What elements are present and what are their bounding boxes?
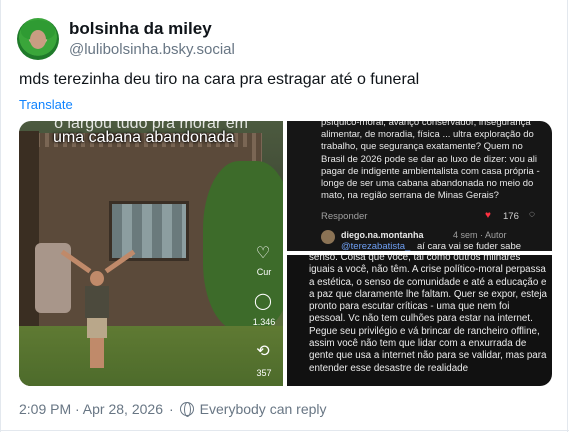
post-card: bolsinha da miley @lulibolsinha.bsky.soc… — [0, 0, 569, 432]
media-image-comment-thread[interactable]: psíquico-moral, avanço conservador, inse… — [287, 121, 552, 251]
author-handle[interactable]: @lulibolsinha.bsky.social — [69, 41, 235, 58]
divider — [1, 430, 569, 431]
media-image-cabin[interactable]: o largou tudo pra morar em uma cabana ab… — [19, 121, 283, 386]
globe-icon — [179, 402, 194, 417]
translate-link[interactable]: Translate — [19, 97, 73, 112]
reply-avatar — [321, 230, 335, 244]
person-shorts — [87, 318, 107, 338]
cabin-window — [109, 201, 189, 261]
reply-label: Responder — [321, 211, 368, 222]
reply-visibility: Everybody can reply — [199, 401, 327, 417]
ground — [19, 326, 283, 386]
reply-meta: 4 sem · Autor — [453, 230, 507, 240]
video-caption: uma cabana abandonada — [53, 129, 235, 146]
person-head — [90, 271, 104, 286]
reply-mention: @terezabatista_ — [341, 241, 411, 251]
chat-bubble-icon: ◌ — [529, 209, 535, 220]
like-count: Cur — [256, 267, 272, 277]
person-legs — [90, 338, 104, 368]
reply-author: diego.na.montanha — [341, 230, 424, 240]
post-timestamp[interactable]: 2:09 PM · Apr 28, 2026 — [19, 401, 163, 417]
avatar[interactable] — [17, 18, 59, 60]
post-text: mds terezinha deu tiro na cara pra estra… — [19, 71, 420, 88]
media-grid: o largou tudo pra morar em uma cabana ab… — [19, 121, 552, 386]
heart-filled-icon: ♥ — [485, 210, 491, 221]
reply-text: aí cara vai se fuder sabe — [417, 241, 522, 251]
comment-icon: ◯ — [254, 293, 272, 310]
repost-icon: ⟲ — [256, 343, 270, 360]
comment-text: psíquico-moral, avanço conservador, inse… — [321, 121, 540, 202]
long-comment-text: senso. Coisa que você, tal como outros m… — [309, 255, 547, 374]
repost-count: 357 — [256, 368, 272, 378]
post-footer: 2:09 PM · Apr 28, 2026 · Everybody can r… — [19, 401, 327, 417]
comment-count: 1.346 — [252, 317, 276, 327]
person — [85, 271, 109, 371]
author-display-name[interactable]: bolsinha da miley — [69, 19, 212, 39]
footer-separator: · — [168, 401, 174, 417]
heart-outline-icon: ♡ — [255, 245, 271, 262]
media-image-comment-text[interactable]: senso. Coisa que você, tal como outros m… — [287, 255, 552, 386]
comment-like-count: 176 — [503, 211, 519, 222]
avatar-face — [30, 30, 46, 49]
person-shirt — [85, 286, 109, 318]
